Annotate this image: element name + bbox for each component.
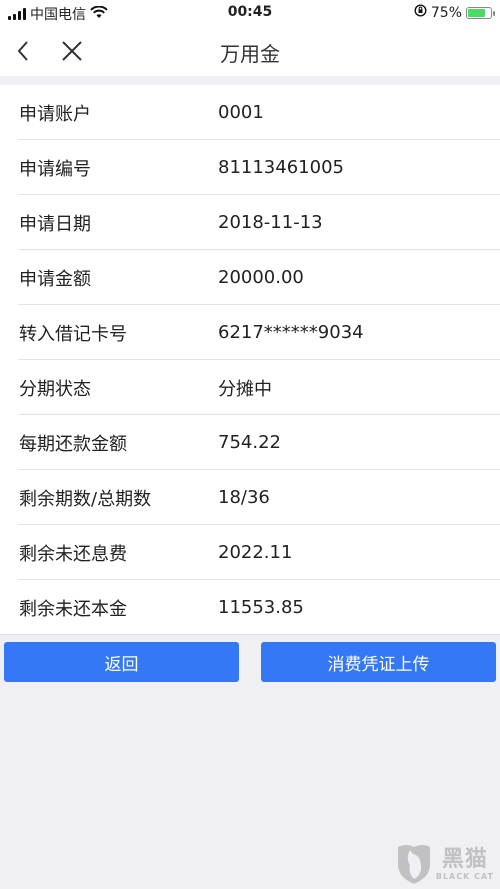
battery-percent: 75% (430, 4, 462, 21)
upload-receipt-button[interactable]: 消费凭证上传 (261, 642, 496, 682)
close-button[interactable] (58, 36, 86, 66)
detail-row-application-number: 申请编号 81113461005 (0, 140, 500, 195)
return-button[interactable]: 返回 (4, 642, 239, 682)
row-value: 分摊中 (218, 378, 272, 400)
back-button[interactable] (12, 36, 36, 66)
row-label: 剩余未还本金 (19, 598, 127, 620)
status-right: 75% (414, 4, 495, 21)
row-label: 转入借记卡号 (19, 323, 127, 345)
row-value: 18/36 (218, 487, 270, 508)
row-value: 2018-11-13 (218, 212, 323, 233)
row-label: 申请账户 (19, 103, 91, 125)
rotation-lock-icon (414, 4, 427, 21)
watermark-en: BLACK CAT (435, 871, 494, 881)
row-label: 分期状态 (19, 378, 91, 400)
row-value: 20000.00 (218, 267, 304, 288)
detail-row-remaining-fees: 剩余未还息费 2022.11 (0, 525, 500, 580)
nav-bar: 万用金 (0, 26, 500, 76)
row-label: 申请日期 (19, 213, 91, 235)
detail-row-application-date: 申请日期 2018-11-13 (0, 195, 500, 250)
row-value: 2022.11 (218, 542, 293, 563)
row-label: 剩余期数/总期数 (19, 488, 152, 510)
row-label: 申请编号 (19, 158, 91, 180)
close-icon (62, 41, 82, 61)
row-value: 6217******9034 (218, 322, 364, 343)
black-cat-shield-icon (397, 845, 430, 884)
detail-row-amount: 申请金额 20000.00 (0, 250, 500, 305)
row-value: 81113461005 (218, 157, 344, 178)
detail-row-payment-per-period: 每期还款金额 754.22 (0, 415, 500, 470)
detail-row-periods: 剩余期数/总期数 18/36 (0, 470, 500, 525)
detail-row-account: 申请账户 0001 (0, 85, 500, 140)
battery-fill (468, 8, 485, 17)
row-label: 申请金额 (19, 268, 91, 290)
details-list: 申请账户 0001 申请编号 81113461005 申请日期 2018-11-13 … (0, 85, 500, 635)
row-value: 11553.85 (218, 597, 304, 618)
chevron-left-icon (17, 41, 28, 61)
detail-row-debit-card: 转入借记卡号 6217******9034 (0, 305, 500, 360)
watermark-text: 黑猫 BLACK CAT (435, 846, 494, 881)
watermark-cn: 黑猫 (441, 846, 488, 872)
row-value: 0001 (218, 102, 264, 123)
row-label: 每期还款金额 (19, 433, 127, 455)
row-value: 754.22 (218, 432, 281, 453)
battery-icon (466, 6, 495, 19)
detail-row-installment-status: 分期状态 分摊中 (0, 360, 500, 415)
detail-row-remaining-principal: 剩余未还本金 11553.85 (0, 580, 500, 635)
row-label: 剩余未还息费 (19, 543, 127, 565)
status-bar: 中国电信 00:45 75% (0, 0, 500, 26)
watermark: 黑猫 BLACK CAT (396, 843, 494, 885)
